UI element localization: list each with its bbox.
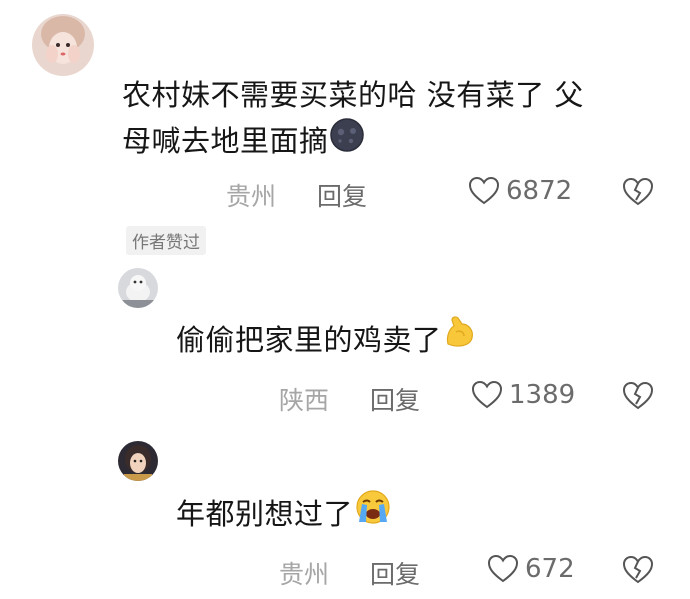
user-avatar-image bbox=[118, 268, 158, 308]
heart-outline-icon bbox=[468, 176, 500, 205]
location-label: 贵州 bbox=[226, 182, 277, 211]
avatar[interactable] bbox=[118, 441, 158, 481]
broken-heart-icon bbox=[622, 381, 654, 410]
reply-button[interactable]: 回复 bbox=[370, 381, 420, 417]
comment-text-line: 母喊去地里面摘 bbox=[122, 118, 672, 166]
comment-text: 年都别想过了 bbox=[176, 490, 656, 539]
user-avatar-image bbox=[32, 14, 94, 76]
heart-outline-icon bbox=[471, 380, 503, 409]
location-label: 陕西 bbox=[279, 386, 330, 415]
reply-button[interactable]: 回复 bbox=[317, 177, 367, 213]
like-button[interactable]: 1389 bbox=[471, 380, 575, 410]
like-count: 6872 bbox=[506, 176, 573, 206]
avatar[interactable] bbox=[118, 268, 158, 308]
user-avatar-image bbox=[118, 441, 158, 481]
reply-button[interactable]: 回复 bbox=[370, 555, 420, 591]
comment-text-segment: 偷偷把家里的鸡卖了 bbox=[176, 323, 442, 357]
comment-text-segment: 母喊去地里面摘 bbox=[122, 124, 329, 158]
flexed-biceps-emoji-icon bbox=[442, 316, 478, 365]
dislike-button[interactable] bbox=[622, 555, 654, 589]
new-moon-face-emoji-icon bbox=[329, 118, 365, 166]
like-count: 1389 bbox=[509, 380, 576, 410]
author-liked-badge: 作者赞过 bbox=[126, 226, 206, 255]
comment-text-line: 农村妹不需要买菜的哈 没有菜了 父 bbox=[122, 78, 584, 112]
avatar[interactable] bbox=[32, 14, 94, 76]
loudly-crying-face-emoji-icon bbox=[353, 490, 393, 539]
broken-heart-icon bbox=[622, 555, 654, 584]
dislike-button[interactable] bbox=[622, 177, 654, 211]
like-count: 672 bbox=[525, 554, 575, 584]
heart-outline-icon bbox=[487, 554, 519, 583]
location-label: 贵州 bbox=[279, 560, 330, 589]
broken-heart-icon bbox=[622, 177, 654, 206]
like-button[interactable]: 6872 bbox=[468, 176, 572, 206]
comment-text: 偷偷把家里的鸡卖了 bbox=[176, 316, 656, 365]
comment-text: 农村妹不需要买菜的哈 没有菜了 父 母喊去地里面摘 bbox=[122, 72, 672, 166]
comment-text-segment: 年都别想过了 bbox=[176, 497, 354, 531]
like-button[interactable]: 672 bbox=[487, 554, 575, 584]
dislike-button[interactable] bbox=[622, 381, 654, 415]
